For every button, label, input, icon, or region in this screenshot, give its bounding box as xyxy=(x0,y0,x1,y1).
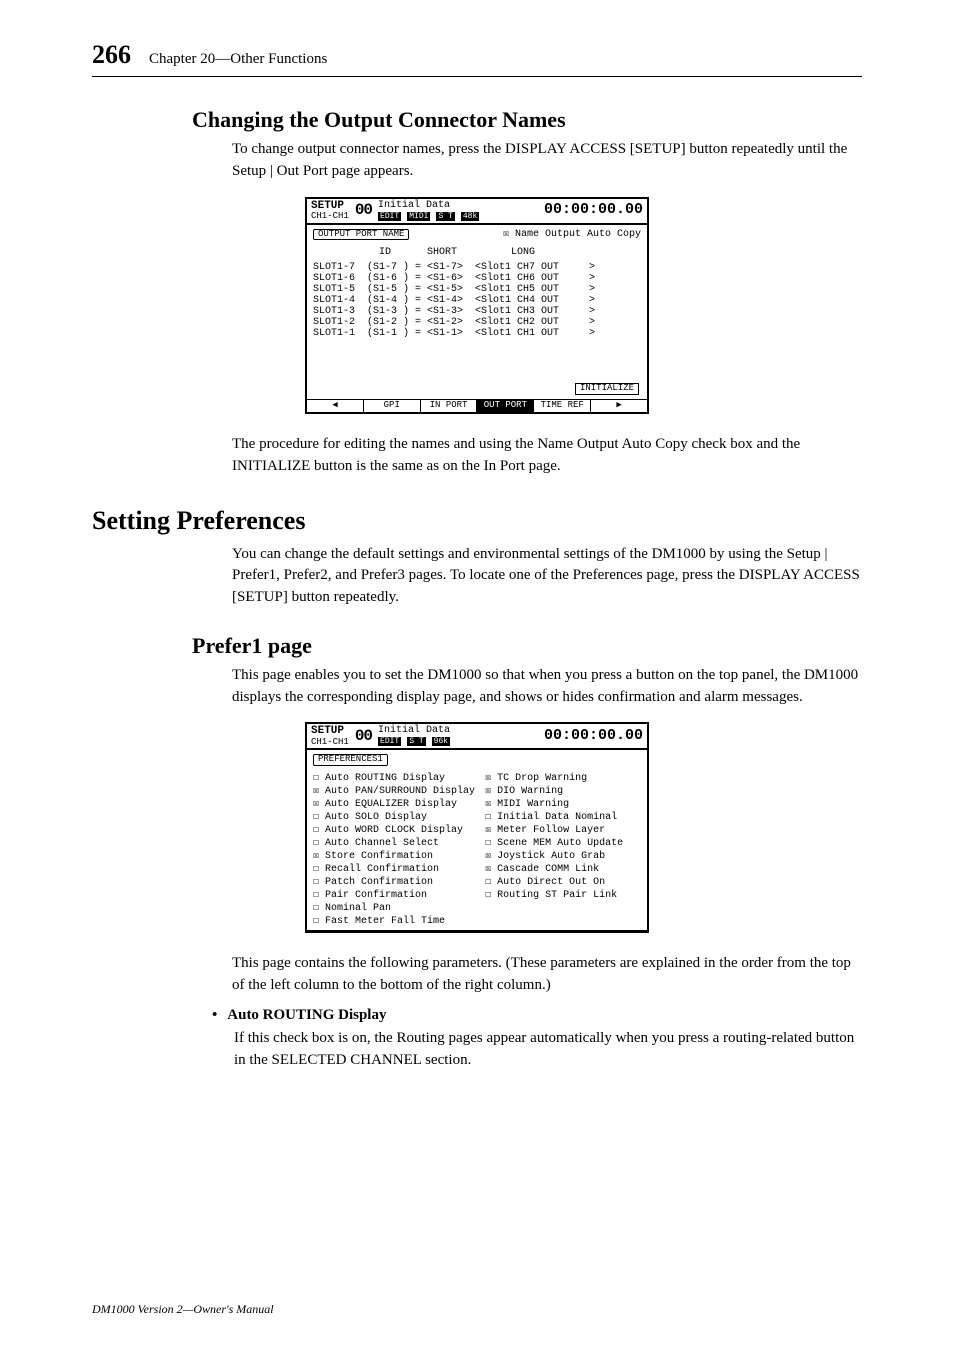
tab-gpi[interactable]: GPI xyxy=(363,400,420,412)
lcd-scene: Initial Data xyxy=(378,725,450,736)
lcd-title: SETUP xyxy=(311,725,349,737)
pref-checkbox[interactable]: Fast Meter Fall Time xyxy=(313,915,475,928)
tab-out port[interactable]: OUT PORT xyxy=(476,400,533,412)
lcd-scene-no: 00 xyxy=(355,202,372,220)
lcd-badge: S T xyxy=(436,212,454,221)
lcd-tabbar: ◀GPIIN PORTOUT PORTTIME REF▶ xyxy=(307,399,647,412)
pref-checkbox[interactable]: Nominal Pan xyxy=(313,902,475,915)
lcd-pref-columns: Auto ROUTING DisplayAuto PAN/SURROUND Di… xyxy=(307,770,647,930)
lcd-auto-copy: ☒ Name Output Auto Copy xyxy=(503,229,641,240)
lcd-tabbar xyxy=(307,930,647,931)
pref-checkbox[interactable]: Auto WORD CLOCK Display xyxy=(313,824,475,837)
pref-checkbox[interactable]: Meter Follow Layer xyxy=(485,824,623,837)
pref-checkbox[interactable]: Auto Direct Out On xyxy=(485,876,623,889)
lcd-badges: MIDI S T 48k xyxy=(407,211,479,222)
lcd-timecode: 00:00:00.00 xyxy=(544,202,643,219)
tab-prev[interactable]: ◀ xyxy=(307,400,363,412)
pref-checkbox[interactable]: Recall Confirmation xyxy=(313,863,475,876)
para: To change output connector names, press … xyxy=(92,139,862,183)
pref-checkbox[interactable]: Auto PAN/SURROUND Display xyxy=(313,785,475,798)
bullet-label: Auto ROUTING Display xyxy=(227,1007,386,1024)
pref-checkbox[interactable]: Auto EQUALIZER Display xyxy=(313,798,475,811)
para: This page enables you to set the DM1000 … xyxy=(92,665,862,709)
lcd-rows: SLOT1-7 (S1-7 ) = <S1-7> <Slot1 CH7 OUT … xyxy=(307,262,647,343)
page: 266 Chapter 20—Other Functions Changing … xyxy=(0,0,954,1351)
lcd-badge: S T xyxy=(407,737,425,746)
bullet-marker: • xyxy=(212,1007,217,1024)
heading-changing-output: Changing the Output Connector Names xyxy=(92,107,862,133)
pref-checkbox[interactable]: TC Drop Warning xyxy=(485,772,623,785)
pref-checkbox[interactable]: Auto Channel Select xyxy=(313,837,475,850)
footer: DM1000 Version 2—Owner's Manual xyxy=(92,1302,274,1317)
pref-checkbox[interactable]: Routing ST Pair Link xyxy=(485,889,623,902)
tab-time ref[interactable]: TIME REF xyxy=(533,400,590,412)
initialize-button[interactable]: INITIALIZE xyxy=(575,383,639,395)
lcd-page-tab: OUTPUT PORT NAME xyxy=(313,229,409,241)
lcd-badge: 48k xyxy=(461,212,479,221)
lcd-edit-tag: EDIT xyxy=(378,212,401,221)
pref-checkbox[interactable]: Joystick Auto Grab xyxy=(485,850,623,863)
pref-checkbox[interactable]: Auto ROUTING Display xyxy=(313,772,475,785)
pref-checkbox[interactable]: Auto SOLO Display xyxy=(313,811,475,824)
figure-out-port: SETUP CH1-CH1 00 Initial Data EDIT MIDI … xyxy=(92,197,862,415)
heading-setting-preferences: Setting Preferences xyxy=(92,506,862,536)
pref-checkbox[interactable]: Initial Data Nominal xyxy=(485,811,623,824)
lcd-sub: CH1-CH1 xyxy=(311,212,349,222)
lcd-badge: MIDI xyxy=(407,212,430,221)
lcd-page-tab: PREFERENCES1 xyxy=(313,754,388,766)
lcd-col-header: ID SHORT LONG xyxy=(307,244,647,262)
lcd-title: SETUP xyxy=(311,200,349,212)
para: You can change the default settings and … xyxy=(92,544,862,609)
pref-checkbox[interactable]: Patch Confirmation xyxy=(313,876,475,889)
pref-checkbox[interactable]: Store Confirmation xyxy=(313,850,475,863)
lcd-prefer1: SETUP CH1-CH1 00 Initial Data EDIT S T 9… xyxy=(305,722,649,933)
tab-next[interactable]: ▶ xyxy=(590,400,647,412)
pref-checkbox[interactable]: MIDI Warning xyxy=(485,798,623,811)
tab-in port[interactable]: IN PORT xyxy=(420,400,477,412)
pref-checkbox[interactable]: DIO Warning xyxy=(485,785,623,798)
pref-checkbox[interactable]: Cascade COMM Link xyxy=(485,863,623,876)
lcd-timecode: 00:00:00.00 xyxy=(544,728,643,745)
page-number: 266 xyxy=(92,40,131,70)
pref-checkbox[interactable]: Scene MEM Auto Update xyxy=(485,837,623,850)
bullet-item: • Auto ROUTING Display xyxy=(92,1007,862,1024)
lcd-sub: CH1-CH1 xyxy=(311,738,349,748)
lcd-badges: S T 96k xyxy=(407,736,450,747)
running-head: 266 Chapter 20—Other Functions xyxy=(92,40,862,77)
figure-prefer1: SETUP CH1-CH1 00 Initial Data EDIT S T 9… xyxy=(92,722,862,933)
bullet-body: If this check box is on, the Routing pag… xyxy=(92,1028,862,1072)
pref-checkbox[interactable]: Pair Confirmation xyxy=(313,889,475,902)
lcd-scene-no: 00 xyxy=(355,728,372,746)
para: This page contains the following paramet… xyxy=(92,953,862,997)
lcd-scene: Initial Data xyxy=(378,200,479,211)
lcd-edit-tag: EDIT xyxy=(378,737,401,746)
chapter-title: Chapter 20—Other Functions xyxy=(149,51,327,68)
lcd-badge: 96k xyxy=(432,737,450,746)
heading-prefer1: Prefer1 page xyxy=(92,633,862,659)
para: The procedure for editing the names and … xyxy=(92,434,862,478)
lcd-out-port: SETUP CH1-CH1 00 Initial Data EDIT MIDI … xyxy=(305,197,649,415)
